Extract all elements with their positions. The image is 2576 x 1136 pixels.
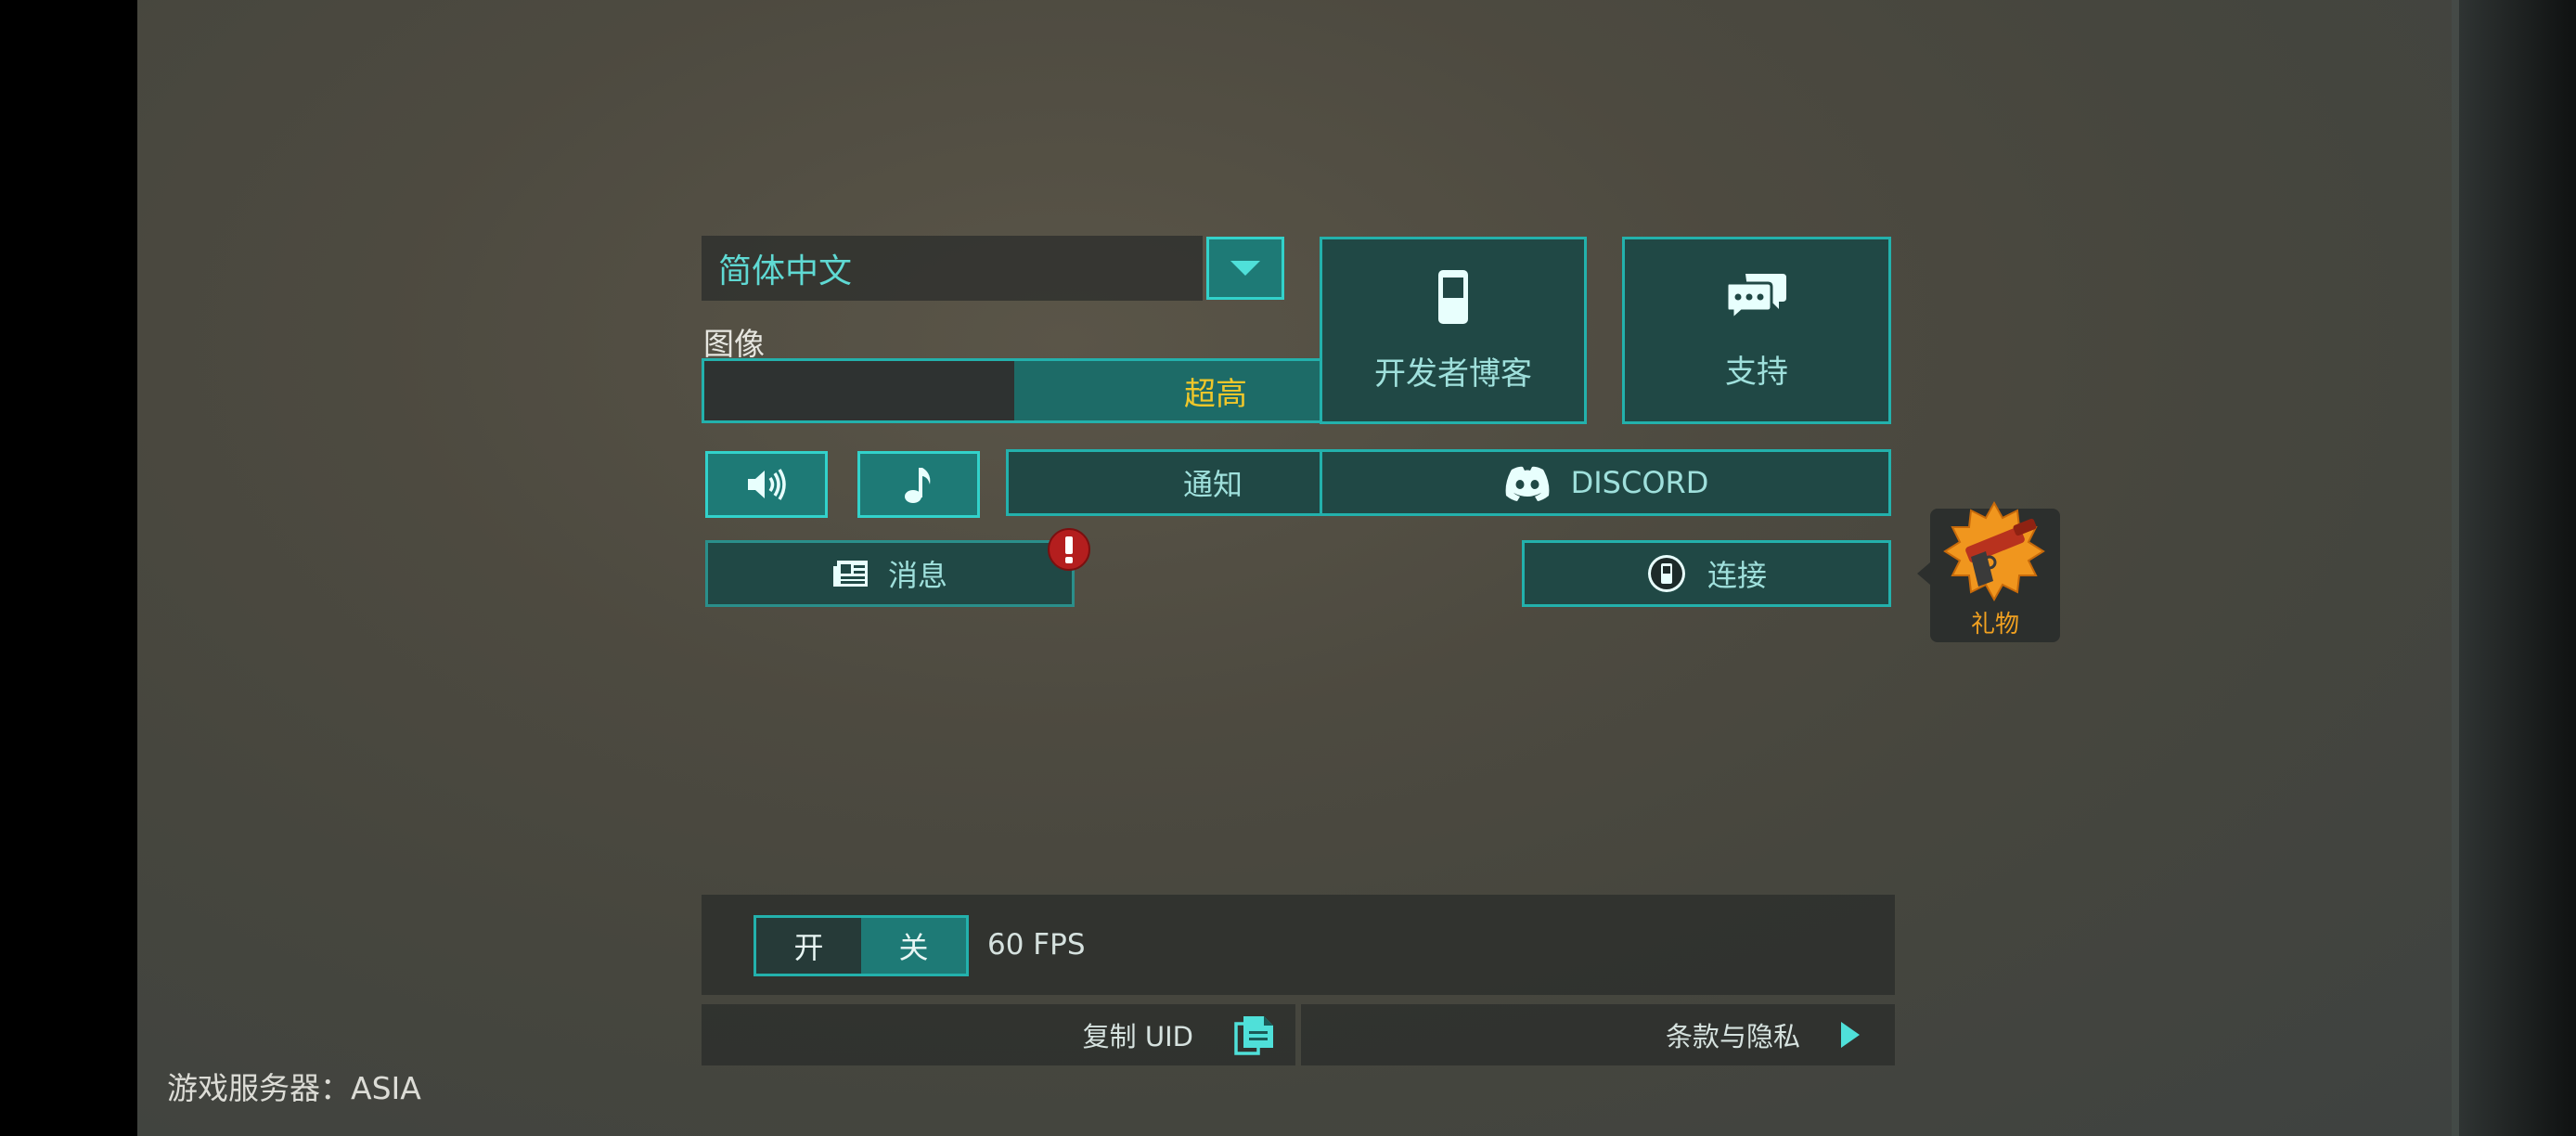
terms-privacy-label: 条款与隐私: [1665, 1021, 1800, 1052]
fps-on-label: 开: [793, 930, 824, 965]
messages-button[interactable]: 消息: [705, 540, 1075, 607]
connect-button[interactable]: 连接: [1522, 540, 1891, 607]
gift-label: 礼物: [1970, 611, 2019, 639]
fps-value: 60 FPS: [987, 928, 1086, 962]
dev-blog-button[interactable]: 开发者博客: [1320, 237, 1587, 424]
fps-on-button[interactable]: 开: [756, 918, 861, 974]
phone-circle-icon: [1646, 553, 1687, 594]
play-arrow-icon: [1839, 1020, 1861, 1050]
triangle-dropdown-icon: [1229, 258, 1262, 278]
messages-label: 消息: [887, 558, 947, 593]
language-dropdown-button[interactable]: [1206, 237, 1284, 300]
graphics-quality-slider[interactable]: 超高: [702, 358, 1420, 423]
graphics-quality-value: 超高: [1184, 375, 1247, 413]
phone-icon: [1436, 268, 1470, 326]
game-server: 游戏服务器：ASIA: [167, 1064, 421, 1108]
language-dropdown[interactable]: 简体中文: [702, 236, 1203, 301]
gift-button[interactable]: 礼物: [1930, 500, 2060, 642]
music-note-icon: [902, 464, 935, 505]
copy-uid-label: 复制 UID: [1082, 1021, 1193, 1052]
discord-label: DISCORD: [1570, 465, 1709, 500]
fps-toggle[interactable]: 开 关: [753, 915, 969, 976]
alert-icon: [1047, 527, 1091, 572]
fps-off-button[interactable]: 关: [861, 918, 966, 974]
support-button[interactable]: 支持: [1622, 237, 1891, 424]
copy-icon: [1232, 1013, 1277, 1057]
chat-bubbles-icon: [1725, 270, 1788, 322]
graphics-label: 图像: [703, 326, 765, 362]
fps-off-label: 关: [898, 930, 929, 965]
server-value: ASIA: [351, 1070, 421, 1106]
gift-gun-icon: [1934, 497, 2054, 620]
right-rail: 关闭: [2452, 0, 2459, 1136]
server-label: 游戏服务器：: [167, 1070, 351, 1106]
dev-blog-label: 开发者博客: [1374, 355, 1532, 393]
copy-uid-button[interactable]: 复制 UID: [702, 1004, 1295, 1065]
notifications-label: 通知: [1182, 467, 1243, 502]
music-toggle-button[interactable]: [857, 451, 980, 518]
sound-toggle-button[interactable]: [705, 451, 828, 518]
terms-privacy-button[interactable]: 条款与隐私: [1301, 1004, 1895, 1065]
discord-button[interactable]: DISCORD: [1320, 449, 1891, 516]
discord-icon: [1502, 464, 1552, 501]
gift-pointer: [1917, 562, 1930, 585]
newspaper-icon: [832, 559, 869, 588]
connect-label: 连接: [1707, 558, 1767, 593]
speaker-icon: [744, 466, 789, 503]
screen-edge: [2459, 0, 2576, 1136]
support-label: 支持: [1725, 353, 1788, 391]
settings-screen: 简体中文 图像 超高 通知 消息 开发者博客 支持 DISCORD 连接 礼物 …: [137, 0, 2459, 1136]
language-selected: 简体中文: [718, 252, 853, 290]
